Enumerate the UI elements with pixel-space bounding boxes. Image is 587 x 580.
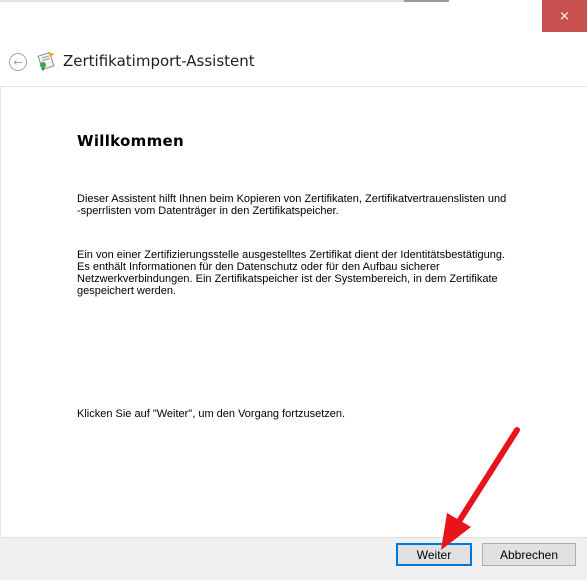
continue-instruction: Klicken Sie auf "Weiter", um den Vorgang… — [77, 408, 346, 420]
info-paragraph: Ein von einer Zertifizierungsstelle ausg… — [77, 249, 506, 297]
wizard-window: × ← Zertifikatimport-Assistent Willkomme… — [0, 0, 587, 580]
wizard-title: Zertifikatimport-Assistent — [63, 52, 255, 70]
close-button[interactable]: × — [542, 0, 587, 32]
content-panel — [0, 86, 587, 537]
back-arrow-icon: ← — [13, 55, 23, 69]
certificate-wizard-icon — [37, 51, 55, 71]
close-icon: × — [559, 8, 570, 24]
next-button[interactable]: Weiter — [396, 543, 472, 566]
back-button[interactable]: ← — [9, 53, 27, 71]
cancel-button[interactable]: Abbrechen — [482, 543, 576, 566]
page-heading: Willkommen — [77, 132, 184, 150]
title-bar-strip-dark — [404, 0, 449, 2]
intro-paragraph: Dieser Assistent hilft Ihnen beim Kopier… — [77, 193, 507, 217]
title-bar-strip — [0, 0, 404, 2]
